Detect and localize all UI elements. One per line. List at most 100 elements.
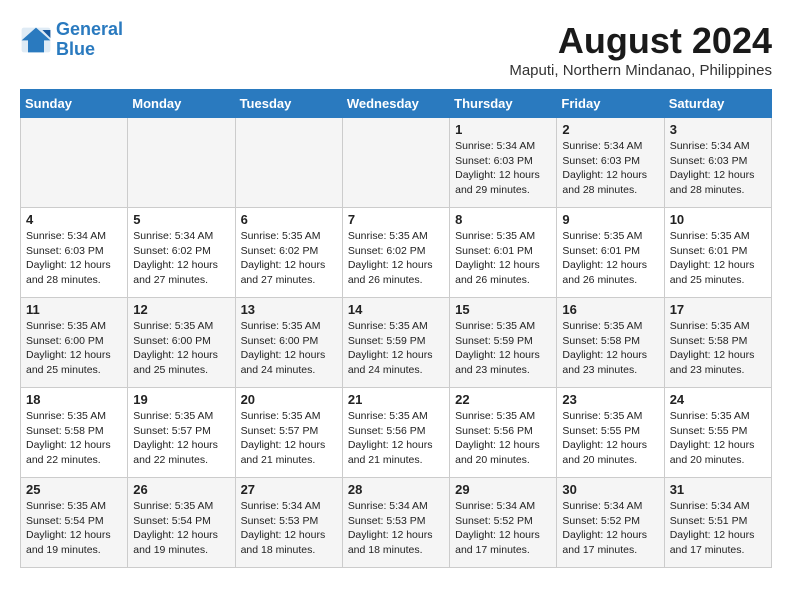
day-number: 7 [348, 212, 444, 227]
week-row-4: 18 Sunrise: 5:35 AM Sunset: 5:58 PM Dayli… [21, 388, 772, 478]
logo: General Blue [20, 20, 123, 60]
calendar-header-row: SundayMondayTuesdayWednesdayThursdayFrid… [21, 90, 772, 118]
day-cell: 24 Sunrise: 5:35 AM Sunset: 5:55 PM Dayli… [664, 388, 771, 478]
header-sunday: Sunday [21, 90, 128, 118]
day-info: Sunrise: 5:35 AM Sunset: 5:57 PM Dayligh… [241, 409, 337, 468]
day-number: 27 [241, 482, 337, 497]
day-number: 9 [562, 212, 658, 227]
day-info: Sunrise: 5:34 AM Sunset: 6:02 PM Dayligh… [133, 229, 229, 288]
day-info: Sunrise: 5:35 AM Sunset: 5:56 PM Dayligh… [348, 409, 444, 468]
day-cell: 22 Sunrise: 5:35 AM Sunset: 5:56 PM Dayli… [450, 388, 557, 478]
day-cell: 30 Sunrise: 5:34 AM Sunset: 5:52 PM Dayli… [557, 478, 664, 568]
day-cell: 15Sunrise: 5:35 AM Sunset: 5:59 PM Dayli… [450, 298, 557, 388]
day-info: Sunrise: 5:35 AM Sunset: 6:02 PM Dayligh… [241, 229, 337, 288]
day-cell: 31Sunrise: 5:34 AM Sunset: 5:51 PM Dayli… [664, 478, 771, 568]
day-cell: 7Sunrise: 5:35 AM Sunset: 6:02 PM Daylig… [342, 208, 449, 298]
day-info: Sunrise: 5:35 AM Sunset: 5:55 PM Dayligh… [670, 409, 766, 468]
day-info: Sunrise: 5:35 AM Sunset: 6:01 PM Dayligh… [670, 229, 766, 288]
day-number: 26 [133, 482, 229, 497]
week-row-1: 1 Sunrise: 5:34 AM Sunset: 6:03 PM Daylig… [21, 118, 772, 208]
day-number: 17 [670, 302, 766, 317]
day-number: 23 [562, 392, 658, 407]
day-info: Sunrise: 5:35 AM Sunset: 6:00 PM Dayligh… [241, 319, 337, 378]
day-cell: 26Sunrise: 5:35 AM Sunset: 5:54 PM Dayli… [128, 478, 235, 568]
day-info: Sunrise: 5:35 AM Sunset: 5:58 PM Dayligh… [26, 409, 122, 468]
header-wednesday: Wednesday [342, 90, 449, 118]
day-info: Sunrise: 5:35 AM Sunset: 6:01 PM Dayligh… [455, 229, 551, 288]
subtitle: Maputi, Northern Mindanao, Philippines [509, 62, 772, 79]
week-row-5: 25 Sunrise: 5:35 AM Sunset: 5:54 PM Dayli… [21, 478, 772, 568]
day-number: 2 [562, 122, 658, 137]
day-info: Sunrise: 5:34 AM Sunset: 6:03 PM Dayligh… [562, 139, 658, 198]
day-cell: 8 Sunrise: 5:35 AM Sunset: 6:01 PM Daylig… [450, 208, 557, 298]
day-cell: 2 Sunrise: 5:34 AM Sunset: 6:03 PM Daylig… [557, 118, 664, 208]
day-cell: 17Sunrise: 5:35 AM Sunset: 5:58 PM Dayli… [664, 298, 771, 388]
day-number: 4 [26, 212, 122, 227]
day-number: 19 [133, 392, 229, 407]
day-cell: 10 Sunrise: 5:35 AM Sunset: 6:01 PM Dayli… [664, 208, 771, 298]
day-info: Sunrise: 5:35 AM Sunset: 5:57 PM Dayligh… [133, 409, 229, 468]
day-info: Sunrise: 5:34 AM Sunset: 6:03 PM Dayligh… [670, 139, 766, 198]
day-info: Sunrise: 5:35 AM Sunset: 5:55 PM Dayligh… [562, 409, 658, 468]
day-cell: 21 Sunrise: 5:35 AM Sunset: 5:56 PM Dayli… [342, 388, 449, 478]
day-number: 25 [26, 482, 122, 497]
day-info: Sunrise: 5:35 AM Sunset: 5:54 PM Dayligh… [26, 499, 122, 558]
main-title: August 2024 [509, 20, 772, 62]
day-number: 29 [455, 482, 551, 497]
day-number: 12 [133, 302, 229, 317]
day-info: Sunrise: 5:35 AM Sunset: 6:00 PM Dayligh… [26, 319, 122, 378]
day-number: 14 [348, 302, 444, 317]
header-monday: Monday [128, 90, 235, 118]
day-number: 6 [241, 212, 337, 227]
day-number: 1 [455, 122, 551, 137]
day-cell: 27Sunrise: 5:34 AM Sunset: 5:53 PM Dayli… [235, 478, 342, 568]
day-cell: 14 Sunrise: 5:35 AM Sunset: 5:59 PM Dayli… [342, 298, 449, 388]
day-cell: 9Sunrise: 5:35 AM Sunset: 6:01 PM Daylig… [557, 208, 664, 298]
day-cell: 3Sunrise: 5:34 AM Sunset: 6:03 PM Daylig… [664, 118, 771, 208]
day-cell: 28Sunrise: 5:34 AM Sunset: 5:53 PM Dayli… [342, 478, 449, 568]
day-info: Sunrise: 5:34 AM Sunset: 5:52 PM Dayligh… [562, 499, 658, 558]
day-cell: 20 Sunrise: 5:35 AM Sunset: 5:57 PM Dayli… [235, 388, 342, 478]
day-number: 22 [455, 392, 551, 407]
day-number: 11 [26, 302, 122, 317]
day-info: Sunrise: 5:35 AM Sunset: 5:59 PM Dayligh… [348, 319, 444, 378]
day-info: Sunrise: 5:35 AM Sunset: 5:59 PM Dayligh… [455, 319, 551, 378]
day-number: 5 [133, 212, 229, 227]
day-cell: 19 Sunrise: 5:35 AM Sunset: 5:57 PM Dayli… [128, 388, 235, 478]
day-info: Sunrise: 5:35 AM Sunset: 5:58 PM Dayligh… [562, 319, 658, 378]
day-info: Sunrise: 5:35 AM Sunset: 5:56 PM Dayligh… [455, 409, 551, 468]
day-number: 20 [241, 392, 337, 407]
day-info: Sunrise: 5:34 AM Sunset: 6:03 PM Dayligh… [455, 139, 551, 198]
day-number: 8 [455, 212, 551, 227]
title-section: August 2024 Maputi, Northern Mindanao, P… [509, 20, 772, 79]
day-info: Sunrise: 5:35 AM Sunset: 6:00 PM Dayligh… [133, 319, 229, 378]
day-number: 18 [26, 392, 122, 407]
logo-icon [20, 26, 52, 54]
header-friday: Friday [557, 90, 664, 118]
day-cell: 4 Sunrise: 5:34 AM Sunset: 6:03 PM Daylig… [21, 208, 128, 298]
day-number: 13 [241, 302, 337, 317]
day-cell [235, 118, 342, 208]
day-info: Sunrise: 5:34 AM Sunset: 6:03 PM Dayligh… [26, 229, 122, 288]
day-cell: 23 Sunrise: 5:35 AM Sunset: 5:55 PM Dayli… [557, 388, 664, 478]
day-cell: 13 Sunrise: 5:35 AM Sunset: 6:00 PM Dayli… [235, 298, 342, 388]
day-cell: 18 Sunrise: 5:35 AM Sunset: 5:58 PM Dayli… [21, 388, 128, 478]
day-number: 21 [348, 392, 444, 407]
day-cell [128, 118, 235, 208]
header-saturday: Saturday [664, 90, 771, 118]
day-cell [342, 118, 449, 208]
calendar-table: SundayMondayTuesdayWednesdayThursdayFrid… [20, 89, 772, 568]
logo-line1: General [56, 19, 123, 39]
day-number: 30 [562, 482, 658, 497]
day-cell: 5 Sunrise: 5:34 AM Sunset: 6:02 PM Daylig… [128, 208, 235, 298]
day-cell [21, 118, 128, 208]
day-number: 24 [670, 392, 766, 407]
day-cell: 12 Sunrise: 5:35 AM Sunset: 6:00 PM Dayli… [128, 298, 235, 388]
week-row-2: 4 Sunrise: 5:34 AM Sunset: 6:03 PM Daylig… [21, 208, 772, 298]
day-cell: 1 Sunrise: 5:34 AM Sunset: 6:03 PM Daylig… [450, 118, 557, 208]
header-tuesday: Tuesday [235, 90, 342, 118]
day-number: 10 [670, 212, 766, 227]
week-row-3: 11 Sunrise: 5:35 AM Sunset: 6:00 PM Dayli… [21, 298, 772, 388]
day-info: Sunrise: 5:34 AM Sunset: 5:51 PM Dayligh… [670, 499, 766, 558]
logo-line2: Blue [56, 39, 95, 59]
